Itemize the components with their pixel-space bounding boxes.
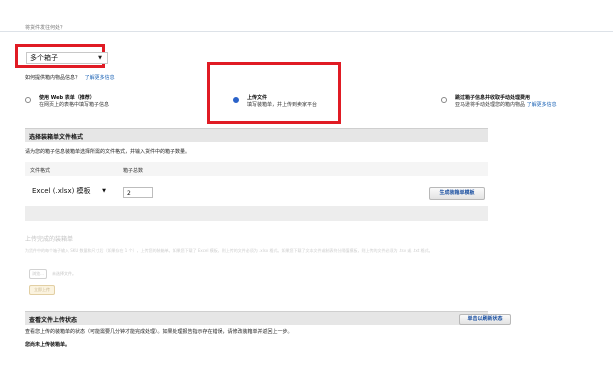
- refresh-status-button[interactable]: 单击以刷新状态: [459, 314, 511, 325]
- generate-template-button[interactable]: 生成装箱单模板: [429, 187, 485, 200]
- upload-panel-note: 为货件中的每个箱子输入 SKU 数量和尺寸后（如果存在 1 个），上传您的装箱单…: [25, 248, 433, 253]
- file-format-select[interactable]: Excel (.xlsx) 模板 ▼: [30, 185, 110, 197]
- box-content-question-text: 如何提供箱内物品信息？: [25, 75, 81, 81]
- format-panel-title: 选择装箱单文件格式: [29, 134, 84, 141]
- format-row: Excel (.xlsx) 模板 ▼ 2 生成装箱单模板: [25, 182, 488, 204]
- status-panel-title: 查看文件上传状态: [29, 317, 78, 324]
- chevron-down-icon: ▼: [102, 188, 106, 194]
- upload-option-highlight: [207, 62, 341, 124]
- upload-now-button[interactable]: 立即上传: [29, 285, 55, 295]
- format-panel-footer: [25, 206, 488, 221]
- col-header-boxes: 箱子总数: [123, 168, 144, 174]
- upload-panel-title: 上传完成的装箱单: [25, 236, 74, 243]
- option-skip-info-desc: 亚马逊将手动处理您的箱内物品 了解更多信息: [455, 101, 557, 108]
- section-heading-cut: 将货件发往何处？: [25, 25, 66, 31]
- box-count-highlight: 多个箱子 ▼: [15, 44, 108, 68]
- radio-skip-info[interactable]: [441, 97, 447, 103]
- chevron-down-icon: ▼: [98, 55, 102, 61]
- format-panel-note: 请为您的箱子信息装箱单选择所需的文件格式，并输入货件中的箱子数量。: [25, 149, 191, 155]
- status-panel-note: 查看您上传的装箱单的状态（可能需要几分钟才能完成处理）。如果处理报告指示存在错误…: [25, 329, 293, 335]
- option-skip-info-desc-text: 亚马逊将手动处理您的箱内物品: [455, 102, 526, 108]
- box-count-input[interactable]: 2: [123, 187, 153, 198]
- learn-more-link[interactable]: 了解更多信息: [85, 75, 115, 81]
- file-format-value: Excel (.xlsx) 模板: [32, 187, 91, 195]
- option-web-form-desc: 在网页上的表格中填写箱子信息: [39, 102, 110, 108]
- option-skip-info-title: 跳过箱子信息并收取手动处理费用: [455, 95, 531, 101]
- skip-learn-more-link[interactable]: 了解更多信息: [527, 102, 557, 108]
- no-upload-message: 您尚未上传装箱单。: [25, 342, 71, 348]
- box-content-question: 如何提供箱内物品信息？ 了解更多信息: [25, 74, 115, 81]
- format-panel-header: 选择装箱单文件格式: [25, 128, 488, 142]
- send-to-amazon-page: 将货件发往何处？ 多个箱子 ▼ 如何提供箱内物品信息？ 了解更多信息 使用 We…: [0, 0, 613, 373]
- top-divider: [0, 31, 613, 32]
- status-panel-header: 查看文件上传状态 单击以刷新状态: [25, 311, 511, 325]
- col-header-format: 文件格式: [30, 168, 51, 174]
- no-file-label: 未选择文件。: [52, 271, 76, 276]
- radio-web-form[interactable]: [25, 97, 31, 103]
- option-web-form-title: 使用 Web 表单（推荐）: [39, 95, 95, 101]
- packing-type-value: 多个箱子: [30, 54, 58, 62]
- browse-button[interactable]: 浏览...: [29, 269, 47, 279]
- format-table-header: 文件格式 箱子总数: [25, 162, 488, 176]
- packing-type-select[interactable]: 多个箱子 ▼: [26, 52, 108, 64]
